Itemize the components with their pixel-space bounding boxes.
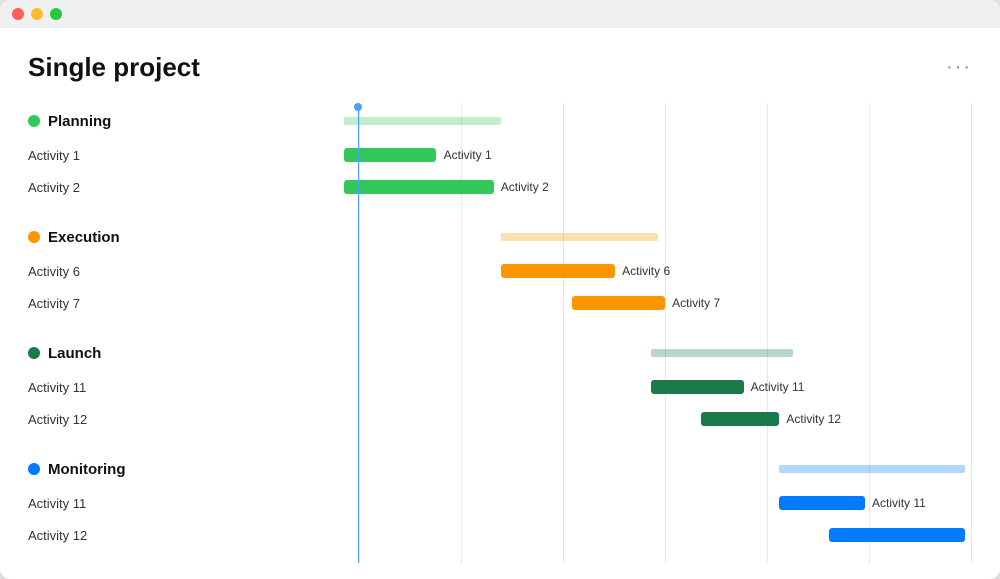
execution-bar-2-label: Activity 7 <box>672 296 720 310</box>
monitoring-bar-1 <box>779 496 865 510</box>
launch-dot <box>28 347 40 359</box>
activity-label: Activity 12 <box>28 412 87 427</box>
close-button[interactable] <box>12 8 24 20</box>
list-item: Activity 11 <box>28 487 258 519</box>
execution-bar-1-label: Activity 6 <box>622 264 670 278</box>
bar-row-execution-a7: Activity 7 <box>258 287 972 319</box>
section-monitoring-header: Monitoring <box>28 451 258 487</box>
activity-label: Activity 1 <box>28 148 80 163</box>
title-bar <box>0 0 1000 28</box>
execution-bar-2 <box>572 296 665 310</box>
section-execution-header: Execution <box>28 219 258 255</box>
bar-section-launch <box>258 335 972 371</box>
launch-range-bar <box>651 349 794 357</box>
execution-bar-1 <box>501 264 615 278</box>
activity-label: Activity 12 <box>28 528 87 543</box>
monitoring-range-bar <box>779 465 965 473</box>
list-item: Activity 12 <box>28 519 258 551</box>
bar-row-execution-a6: Activity 6 <box>258 255 972 287</box>
list-item: Activity 1 <box>28 139 258 171</box>
list-item: Activity 6 <box>28 255 258 287</box>
planning-title: Planning <box>48 113 111 130</box>
app-window: Single project ··· Planning Activity 1 <box>0 0 1000 579</box>
main-content: Single project ··· Planning Activity 1 <box>0 28 1000 579</box>
minimize-button[interactable] <box>31 8 43 20</box>
planning-bar-1-label: Activity 1 <box>444 148 492 162</box>
monitoring-bar-2 <box>829 528 965 542</box>
gantt-labels: Planning Activity 1 Activity 2 Execution <box>28 103 258 563</box>
bar-row-launch-a12: Activity 12 <box>258 403 972 435</box>
monitoring-bar-1-label: Activity 11 <box>872 496 926 510</box>
bar-row-launch-a11: Activity 11 <box>258 371 972 403</box>
today-dot <box>354 103 362 111</box>
gantt-bars: Activity 1 Activity 2 <box>258 103 972 563</box>
gap <box>258 435 972 451</box>
gap <box>258 203 972 219</box>
today-line <box>358 103 359 563</box>
activity-label: Activity 6 <box>28 264 80 279</box>
page-header: Single project ··· <box>28 52 972 83</box>
launch-bar-2 <box>701 412 780 426</box>
launch-bar-1-label: Activity 11 <box>751 380 805 394</box>
bar-row-monitoring-a12: Activity 12 <box>258 519 972 551</box>
activity-label: Activity 7 <box>28 296 80 311</box>
launch-bar-1 <box>651 380 744 394</box>
gap <box>258 319 972 335</box>
more-button[interactable]: ··· <box>946 56 972 79</box>
monitoring-dot <box>28 463 40 475</box>
launch-bar-2-label: Activity 12 <box>786 412 841 426</box>
execution-title: Execution <box>48 229 120 246</box>
bar-row-monitoring-a11: Activity 11 <box>258 487 972 519</box>
bar-section-execution <box>258 219 972 255</box>
planning-bar-2 <box>344 180 494 194</box>
list-item: Activity 7 <box>28 287 258 319</box>
bar-row-planning-a2: Activity 2 <box>258 171 972 203</box>
list-item: Activity 12 <box>28 403 258 435</box>
activity-label: Activity 11 <box>28 496 86 511</box>
planning-bar-2-label: Activity 2 <box>501 180 549 194</box>
bar-row-planning-a1: Activity 1 <box>258 139 972 171</box>
maximize-button[interactable] <box>50 8 62 20</box>
bar-section-planning <box>258 103 972 139</box>
execution-range-bar <box>501 233 658 241</box>
list-item: Activity 11 <box>28 371 258 403</box>
list-item: Activity 2 <box>28 171 258 203</box>
section-planning-header: Planning <box>28 103 258 139</box>
planning-range-bar <box>344 117 501 125</box>
page-title: Single project <box>28 52 200 83</box>
monitoring-title: Monitoring <box>48 461 125 478</box>
section-launch-header: Launch <box>28 335 258 371</box>
gantt-chart: Planning Activity 1 Activity 2 Execution <box>28 103 972 563</box>
launch-title: Launch <box>48 345 101 362</box>
activity-label: Activity 11 <box>28 380 86 395</box>
execution-dot <box>28 231 40 243</box>
planning-dot <box>28 115 40 127</box>
activity-label: Activity 2 <box>28 180 80 195</box>
bar-section-monitoring <box>258 451 972 487</box>
